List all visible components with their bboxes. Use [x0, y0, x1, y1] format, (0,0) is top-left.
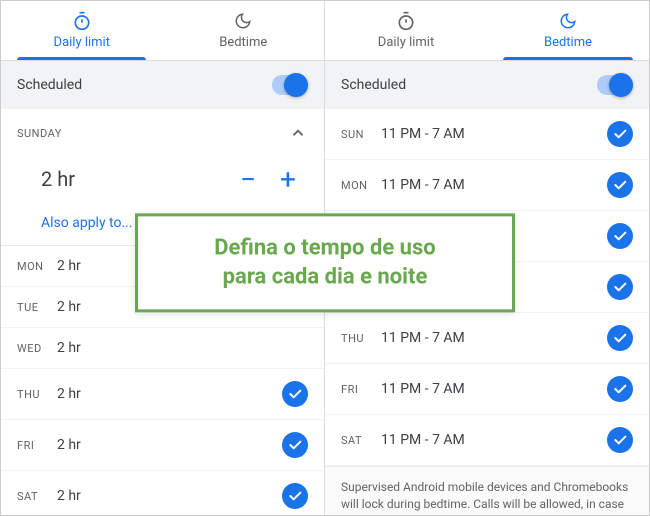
day-row[interactable]: MON11 PM - 7 AM [325, 160, 649, 211]
day-row[interactable]: FRI2 hr [1, 420, 324, 471]
day-abbr: TUE [17, 301, 57, 314]
scheduled-toggle[interactable] [597, 75, 633, 95]
check-icon[interactable] [607, 427, 633, 453]
tab-label: Daily limit [54, 35, 110, 50]
day-abbr: SAT [341, 434, 381, 447]
day-time: 2 hr [57, 437, 282, 453]
stopwatch-icon [72, 11, 92, 31]
decrease-button[interactable]: − [228, 159, 268, 199]
check-icon[interactable] [282, 381, 308, 407]
day-row[interactable]: FRI11 PM - 7 AM [325, 364, 649, 415]
day-time: 2 hr [57, 340, 308, 356]
day-abbr: THU [17, 388, 57, 401]
tab-label: Bedtime [544, 35, 592, 50]
day-row[interactable]: SUN11 PM - 7 AM [325, 109, 649, 160]
day-row[interactable]: WED2 hr [1, 328, 324, 369]
increase-button[interactable]: + [268, 159, 308, 199]
day-time: 11 PM - 7 AM [381, 330, 607, 346]
check-icon[interactable] [607, 223, 633, 249]
scheduled-row: Scheduled [325, 61, 649, 109]
day-time: 11 PM - 7 AM [381, 432, 607, 448]
overlay-line: para cada dia e noite [168, 263, 482, 292]
day-time: 11 PM - 7 AM [381, 381, 607, 397]
tab-bedtime[interactable]: Bedtime [487, 1, 649, 60]
tab-daily-limit[interactable]: Daily limit [325, 1, 487, 60]
tab-daily-limit[interactable]: Daily limit [1, 1, 163, 60]
moon-icon [558, 11, 578, 31]
day-row[interactable]: SAT2 hr [1, 471, 324, 515]
tab-label: Daily limit [378, 35, 434, 50]
day-abbr: SUN [341, 128, 381, 141]
day-abbr: MON [17, 260, 57, 273]
tabs-left: Daily limit Bedtime [1, 1, 324, 61]
day-abbr: FRI [17, 439, 57, 452]
annotation-overlay: Defina o tempo de uso para cada dia e no… [135, 213, 515, 312]
scheduled-row: Scheduled [1, 61, 324, 109]
expanded-day-header[interactable]: SUNDAY [1, 109, 324, 153]
day-time: 11 PM - 7 AM [381, 126, 607, 142]
tab-bedtime[interactable]: Bedtime [163, 1, 325, 60]
scheduled-label: Scheduled [341, 77, 406, 93]
moon-icon [233, 11, 253, 31]
day-row[interactable]: THU2 hr [1, 369, 324, 420]
check-icon[interactable] [607, 274, 633, 300]
day-row[interactable]: THU11 PM - 7 AM [325, 313, 649, 364]
scheduled-toggle[interactable] [272, 75, 308, 95]
tabs-right: Daily limit Bedtime [325, 1, 649, 61]
day-abbr: FRI [341, 383, 381, 396]
check-icon[interactable] [607, 121, 633, 147]
time-value: 2 hr [41, 167, 228, 191]
day-abbr: THU [341, 332, 381, 345]
overlay-line: Defina o tempo de uso [168, 234, 482, 263]
stopwatch-icon [396, 11, 416, 31]
day-name: SUNDAY [17, 127, 62, 140]
day-row[interactable]: SAT11 PM - 7 AM [325, 415, 649, 466]
day-abbr: MON [341, 179, 381, 192]
footer-note: Supervised Android mobile devices and Ch… [325, 466, 649, 515]
day-time: 11 PM - 7 AM [381, 177, 607, 193]
day-time: 2 hr [57, 488, 282, 504]
day-abbr: WED [17, 342, 57, 355]
time-control: 2 hr − + [1, 153, 324, 205]
day-time: 2 hr [57, 386, 282, 402]
check-icon[interactable] [607, 325, 633, 351]
check-icon[interactable] [282, 483, 308, 509]
scheduled-label: Scheduled [17, 77, 82, 93]
check-icon[interactable] [607, 376, 633, 402]
check-icon[interactable] [282, 432, 308, 458]
check-icon[interactable] [607, 172, 633, 198]
chevron-up-icon[interactable] [288, 123, 308, 143]
tab-label: Bedtime [219, 35, 267, 50]
day-abbr: SAT [17, 490, 57, 503]
